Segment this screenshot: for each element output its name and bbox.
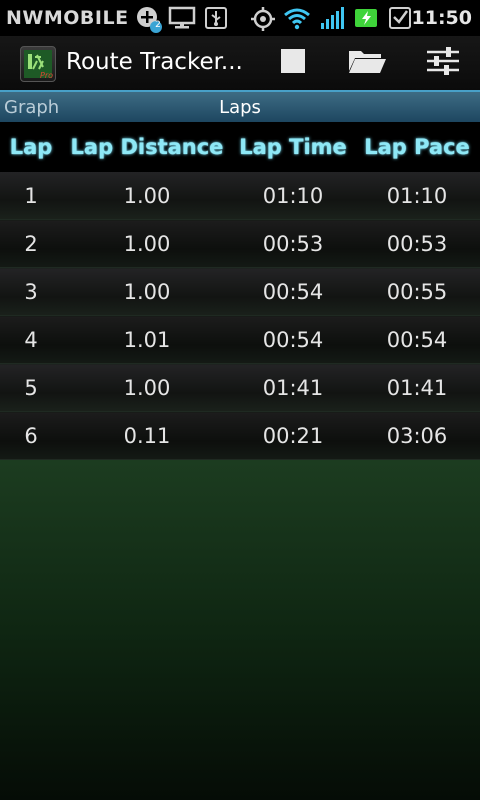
table-row[interactable]: 6 0.11 00:21 03:06 bbox=[0, 411, 480, 460]
lap-pace: 00:54 bbox=[354, 315, 480, 364]
lap-pace: 00:55 bbox=[354, 267, 480, 316]
lap-pace: 01:41 bbox=[354, 363, 480, 412]
header-lap-pace: Lap Pace bbox=[354, 122, 480, 172]
app-icon[interactable]: Pro bbox=[20, 46, 56, 82]
stop-icon bbox=[280, 48, 306, 78]
tab-strip: Graph Laps bbox=[0, 90, 480, 122]
usb-icon bbox=[204, 6, 228, 30]
laps-table: Lap Lap Distance Lap Time Lap Pace 1 1.0… bbox=[0, 122, 480, 460]
lap-time: 00:53 bbox=[232, 219, 354, 268]
carrier-name: NWMOBILE bbox=[6, 7, 129, 29]
lap-distance: 1.00 bbox=[62, 363, 232, 412]
header-lap-time: Lap Time bbox=[232, 122, 354, 172]
lap-time: 01:10 bbox=[232, 172, 354, 220]
settings-sliders-icon bbox=[426, 45, 460, 81]
action-bar: Pro Route Tracker... bbox=[0, 36, 480, 90]
header-lap: Lap bbox=[0, 122, 62, 172]
tab-laps[interactable]: Laps bbox=[0, 97, 480, 118]
wifi-icon bbox=[283, 6, 311, 30]
monitor-icon bbox=[168, 6, 196, 30]
lap-pace: 01:10 bbox=[354, 172, 480, 220]
lap-time: 01:41 bbox=[232, 363, 354, 412]
lap-distance: 1.00 bbox=[62, 267, 232, 316]
table-row[interactable]: 5 1.00 01:41 01:41 bbox=[0, 363, 480, 412]
header-lap-distance: Lap Distance bbox=[62, 122, 232, 172]
lap-pace: 00:53 bbox=[354, 219, 480, 268]
table-row[interactable]: 3 1.00 00:54 00:55 bbox=[0, 267, 480, 316]
svg-text:Pro: Pro bbox=[40, 71, 53, 80]
app-title: Route Tracker... bbox=[66, 49, 243, 75]
laps-content: Lap Lap Distance Lap Time Lap Pace 1 1.0… bbox=[0, 122, 480, 800]
signal-icon bbox=[320, 6, 346, 30]
notification-count: 2 bbox=[155, 20, 161, 30]
checkbox-icon bbox=[388, 6, 412, 30]
lap-time: 00:21 bbox=[232, 411, 354, 460]
lap-pace: 03:06 bbox=[354, 411, 480, 460]
table-row[interactable]: 1 1.00 01:10 01:10 bbox=[0, 172, 480, 220]
lap-distance: 1.01 bbox=[62, 315, 232, 364]
lap-distance: 0.11 bbox=[62, 411, 232, 460]
status-bar: NWMOBILE 2 11:50 bbox=[0, 0, 480, 36]
lap-number: 6 bbox=[0, 411, 62, 460]
lap-time: 00:54 bbox=[232, 267, 354, 316]
lap-number: 3 bbox=[0, 267, 62, 316]
lap-number: 2 bbox=[0, 219, 62, 268]
stop-button[interactable] bbox=[270, 42, 316, 84]
table-row[interactable]: 4 1.01 00:54 00:54 bbox=[0, 315, 480, 364]
table-row[interactable]: 2 1.00 00:53 00:53 bbox=[0, 219, 480, 268]
lap-number: 4 bbox=[0, 315, 62, 364]
open-folder-button[interactable] bbox=[344, 42, 390, 84]
lap-time: 00:54 bbox=[232, 315, 354, 364]
lap-distance: 1.00 bbox=[62, 219, 232, 268]
folder-open-icon bbox=[347, 47, 387, 79]
lap-number: 5 bbox=[0, 363, 62, 412]
table-header-row: Lap Lap Distance Lap Time Lap Pace bbox=[0, 122, 480, 172]
settings-button[interactable] bbox=[420, 42, 466, 84]
lap-number: 1 bbox=[0, 172, 62, 220]
clock: 11:50 bbox=[411, 7, 472, 29]
lap-distance: 1.00 bbox=[62, 172, 232, 220]
gps-icon bbox=[250, 6, 275, 31]
battery-charging-icon bbox=[354, 6, 380, 30]
